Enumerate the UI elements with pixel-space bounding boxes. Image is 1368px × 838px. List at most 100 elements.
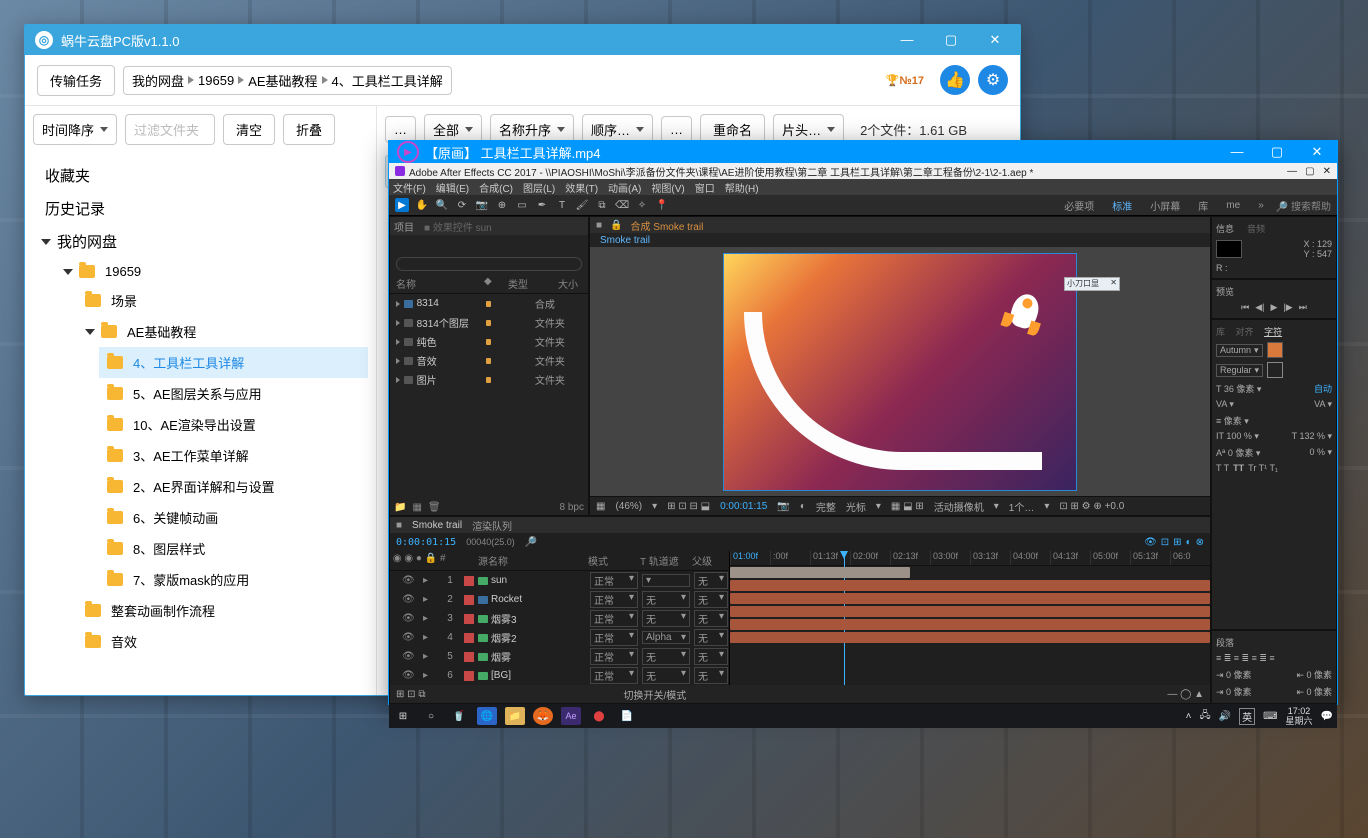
root-node[interactable]: 我的网盘 — [33, 225, 368, 258]
camera-tool-icon[interactable]: 📷 — [475, 198, 489, 212]
comp-viewer[interactable]: 小刀口显 ✕ — [590, 247, 1210, 497]
history-node[interactable]: 历史记录 — [37, 192, 368, 225]
task-app-icon[interactable]: 🌐 — [477, 707, 497, 725]
video-minimize-button[interactable]: — — [1225, 144, 1249, 160]
track-row[interactable] — [730, 592, 1210, 605]
stamp-tool-icon[interactable]: ⧉ — [595, 198, 609, 212]
task-app-icon[interactable]: 📄 — [617, 707, 637, 725]
favorites-node[interactable]: 收藏夹 — [37, 155, 368, 192]
tree-node[interactable]: 2、AE界面详解和与设置 — [99, 471, 368, 502]
info-tab[interactable]: 信息 — [1216, 222, 1234, 235]
transfer-tasks-button[interactable]: 传输任务 — [37, 65, 115, 96]
layer-row[interactable]: 👁 ▸6[BG]正常▾无▾无▾ — [390, 666, 729, 685]
track-area[interactable]: 01:00f:00f01:13f02:00f02:13f03:00f03:13f… — [730, 551, 1210, 685]
views-combo[interactable]: 1个… — [1009, 499, 1035, 514]
ae-minimize[interactable]: — — [1287, 166, 1297, 177]
filter-input[interactable]: 过滤文件夹 — [125, 114, 215, 145]
puppet-tool-icon[interactable]: 📍 — [655, 198, 669, 212]
workspace-chevrons[interactable]: » — [1252, 200, 1270, 211]
project-new-comp-icon[interactable]: ▦ — [412, 502, 421, 513]
thumbs-up-button[interactable]: 👍 — [940, 65, 970, 95]
ae-menubar[interactable]: 文件(F) 编辑(E) 合成(C) 图层(L) 效果(T) 动画(A) 视图(V… — [389, 179, 1337, 195]
layer-row[interactable]: 👁 ▸1sun正常▾▾无▾ — [390, 571, 729, 590]
video-close-button[interactable]: ✕ — [1305, 144, 1329, 160]
comp-subtab[interactable]: Smoke trail — [600, 235, 650, 246]
brush-tool-icon[interactable]: 🖌 — [575, 198, 589, 212]
project-search[interactable] — [396, 257, 582, 271]
footer-time[interactable]: 0:00:01:15 — [720, 501, 767, 512]
project-row[interactable]: 纯色文件夹 — [390, 332, 588, 351]
audio-tab[interactable]: 音频 — [1247, 222, 1265, 235]
project-row[interactable]: 音效文件夹 — [390, 351, 588, 370]
track-row[interactable] — [730, 579, 1210, 592]
breadcrumb-seg[interactable]: AE基础教程 — [248, 71, 317, 90]
cloud-titlebar[interactable]: ◎ 蜗牛云盘PC版v1.1.0 — ▢ ✕ — [25, 25, 1020, 55]
camera-combo[interactable]: 活动摄像机 — [934, 499, 984, 514]
project-row[interactable]: 图片文件夹 — [390, 370, 588, 389]
rect-tool-icon[interactable]: ▭ — [515, 198, 529, 212]
zoom-tool-icon[interactable]: 🔍 — [435, 198, 449, 212]
ae-menu-file[interactable]: 文件(F) — [393, 180, 426, 195]
settings-button[interactable]: ⚙ — [978, 65, 1008, 95]
ae-maximize[interactable]: ▢ — [1305, 166, 1314, 177]
project-tab[interactable]: 项目 — [394, 219, 414, 234]
timeline-tab[interactable]: Smoke trail — [412, 520, 462, 531]
cortana-icon[interactable]: ○ — [421, 707, 441, 725]
ae-menu-effect[interactable]: 效果(T) — [565, 180, 598, 195]
track-row[interactable] — [730, 566, 1210, 579]
notification-icon[interactable]: 💬 — [1321, 711, 1333, 722]
current-timecode[interactable]: 0:00:01:15 — [396, 537, 456, 548]
video-titlebar[interactable]: ▶ 【原画】 工具栏工具详解.mp4 — ▢ ✕ — [389, 141, 1337, 163]
lock-icon[interactable]: 🔒 — [610, 220, 622, 231]
weight-combo[interactable]: Regular ▾ — [1216, 364, 1263, 377]
workspace-std[interactable]: 标准 — [1106, 198, 1138, 213]
hand-tool-icon[interactable]: ✋ — [415, 198, 429, 212]
track-row[interactable] — [730, 618, 1210, 631]
tl-icon[interactable]: ⊗ — [1196, 537, 1204, 548]
lib-tab[interactable]: 库 — [1216, 325, 1225, 338]
ae-menu-help[interactable]: 帮助(H) — [725, 180, 759, 195]
tree-node-selected[interactable]: 4、工具栏工具详解 — [99, 347, 368, 378]
timeline-search-icon[interactable]: 🔎 — [525, 537, 537, 548]
breadcrumb-seg[interactable]: 19659 — [198, 73, 234, 88]
breadcrumb-seg[interactable]: 4、工具栏工具详解 — [332, 71, 443, 90]
ae-menu-layer[interactable]: 图层(L) — [523, 180, 555, 195]
anchor-tool-icon[interactable]: ⊕ — [495, 198, 509, 212]
tray-volume-icon[interactable]: 🔊 — [1219, 711, 1231, 722]
tray-network-icon[interactable]: 🖧 — [1199, 708, 1210, 725]
taskbar-clock[interactable]: 17:02 星期六 — [1286, 706, 1313, 726]
tree-node[interactable]: 5、AE图层关系与应用 — [99, 378, 368, 409]
char-tab[interactable]: 字符 — [1264, 325, 1282, 338]
shy-toggle-icon[interactable]: 👁 — [1144, 537, 1157, 548]
tray-keyboard-icon[interactable]: ⌨ — [1263, 711, 1277, 722]
windows-taskbar[interactable]: ⊞ ○ 🥤 🌐 📁 🦊 Ae ⬤ 📄 ˄ 🖧 🔊 英 ⌨ 17:02 星期六 💬 — [389, 704, 1337, 728]
tree-node[interactable]: 场景 — [77, 285, 368, 316]
ae-menu-comp[interactable]: 合成(C) — [479, 180, 513, 195]
col-size[interactable]: 大小 — [558, 276, 578, 291]
ae-menu-view[interactable]: 视图(V) — [651, 180, 684, 195]
text-tool-icon[interactable]: T — [555, 198, 569, 212]
layer-row[interactable]: 👁 ▸3烟雾3正常▾无▾无▾ — [390, 609, 729, 628]
floating-panel[interactable]: 小刀口显 ✕ — [1064, 277, 1120, 291]
font-combo[interactable]: Autumn ▾ — [1216, 344, 1263, 357]
breadcrumb-seg[interactable]: 我的网盘 — [132, 71, 184, 90]
pen-tool-icon[interactable]: ✒ — [535, 198, 549, 212]
col-type[interactable]: 类型 — [508, 276, 558, 291]
track-row[interactable] — [730, 631, 1210, 644]
tray-chevron-icon[interactable]: ˄ — [1186, 711, 1192, 722]
workspace-small[interactable]: 小屏幕 — [1144, 198, 1186, 213]
tl-icon[interactable]: ◐ — [1186, 537, 1192, 548]
project-row[interactable]: 8314个图层文件夹 — [390, 313, 588, 332]
ae-menu-edit[interactable]: 编辑(E) — [436, 180, 469, 195]
collapse-button[interactable]: 折叠 — [283, 114, 335, 145]
tree-node[interactable]: 整套动画制作流程 — [77, 595, 368, 626]
layer-row[interactable]: 👁 ▸5烟雾正常▾无▾无▾ — [390, 647, 729, 666]
tree-node[interactable]: AE基础教程 — [77, 316, 368, 347]
first-frame-icon[interactable]: ⏮ — [1241, 302, 1249, 313]
tree-node[interactable]: 音效 — [77, 626, 368, 657]
roto-tool-icon[interactable]: ✧ — [635, 198, 649, 212]
layer-row[interactable]: 👁 ▸2Rocket正常▾无▾无▾ — [390, 590, 729, 609]
zoom-level[interactable]: (46%) — [615, 501, 642, 512]
camera-icon[interactable]: 📷 — [777, 501, 789, 512]
res-combo[interactable]: 完整 — [816, 499, 836, 514]
